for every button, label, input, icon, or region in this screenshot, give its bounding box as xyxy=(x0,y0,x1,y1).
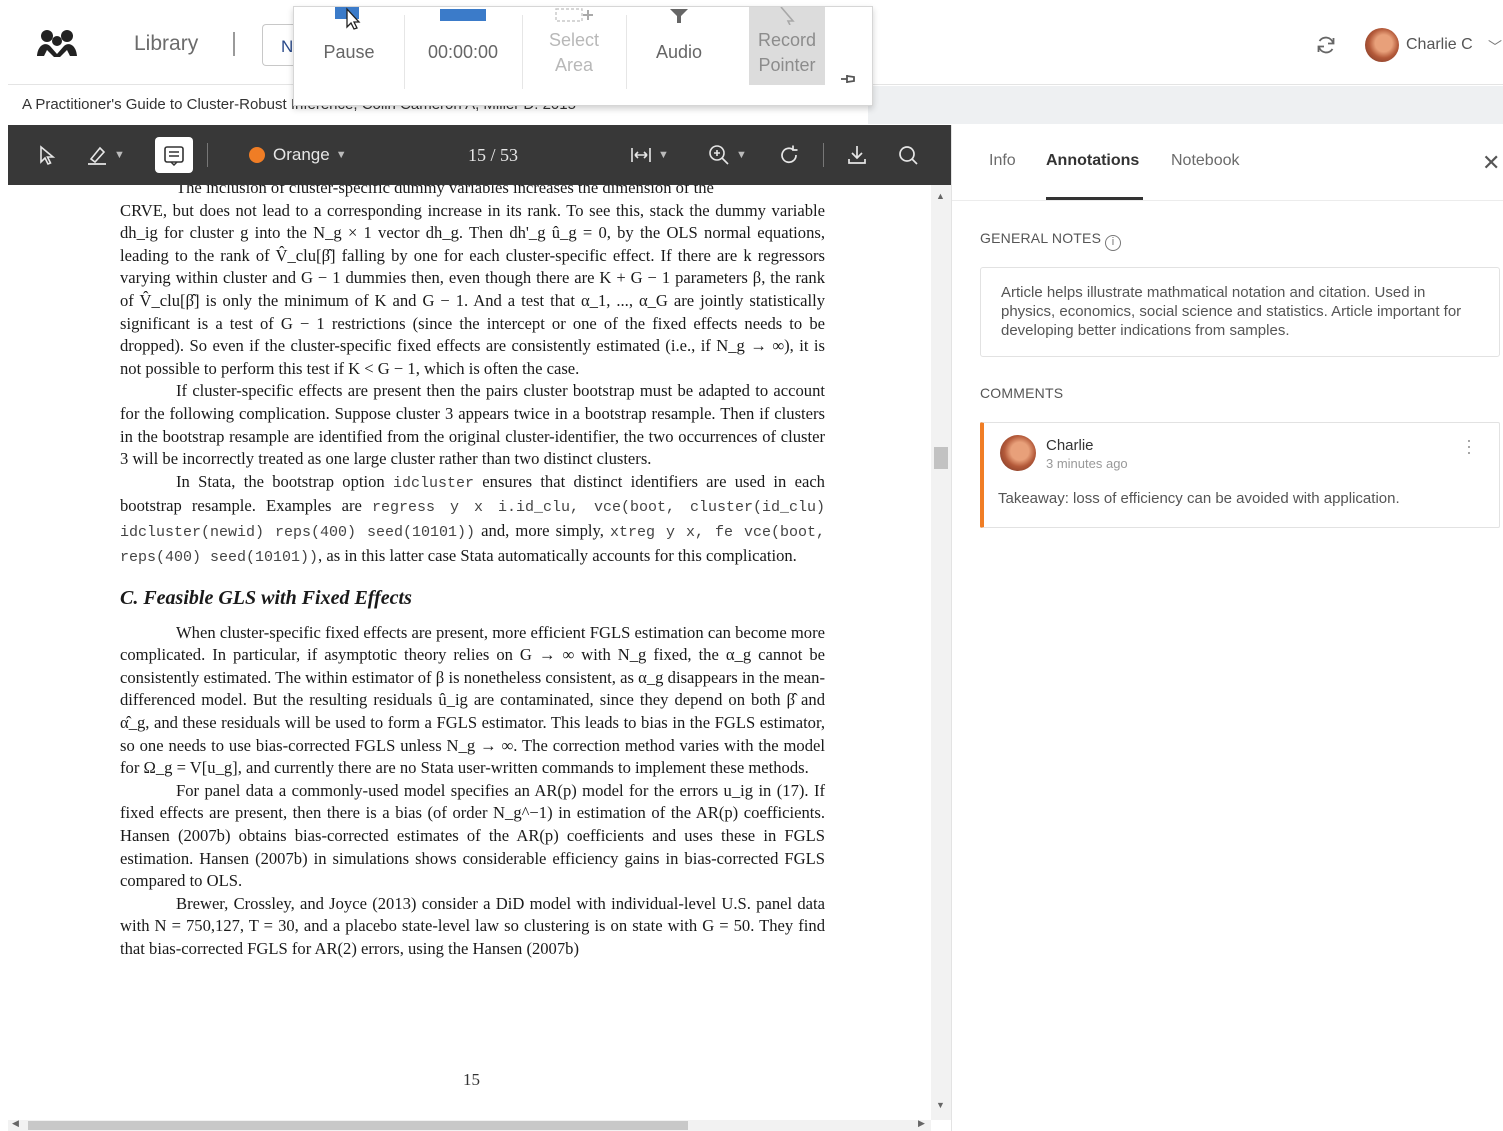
tab-notebook[interactable]: Notebook xyxy=(1171,152,1240,170)
active-tab-indicator xyxy=(1046,197,1143,200)
sidebar-tabs: Info Annotations Notebook ✕ xyxy=(952,125,1503,201)
zoom-button[interactable]: ▼ xyxy=(708,125,747,185)
general-notes-header: GENERAL NOTES i xyxy=(980,230,1122,251)
paragraph-2: If cluster-specific effects are present … xyxy=(120,381,825,469)
annotations-sidebar: Info Annotations Notebook ✕ GENERAL NOTE… xyxy=(951,125,1503,1131)
paragraph-3-text-c: and, more simply, xyxy=(481,520,604,540)
page-body: The inclusion of cluster-specific dummy … xyxy=(120,185,825,961)
paragraph-1: CRVE, but does not lead to a correspondi… xyxy=(120,200,825,378)
page-indicator[interactable]: 15 / 53 xyxy=(468,125,518,185)
library-label[interactable]: Library xyxy=(134,32,198,56)
timer-display: 00:00:00 xyxy=(404,7,522,97)
search-icon xyxy=(899,146,918,165)
pin-icon[interactable] xyxy=(839,71,857,87)
general-notes-field[interactable]: Article helps illustrate mathmatical not… xyxy=(980,267,1500,357)
audio-label: Audio xyxy=(655,42,703,62)
tab-annotations[interactable]: Annotations xyxy=(1046,152,1139,170)
select-area-label-1: Select xyxy=(548,30,600,50)
paragraph-3-text-d: , as in this latter case Stata automatic… xyxy=(318,545,797,565)
audio-button[interactable]: Audio xyxy=(626,7,732,97)
rotate-icon xyxy=(781,145,798,164)
page-indicator-label: 15 / 53 xyxy=(468,144,519,165)
fit-width-button[interactable]: ▼ xyxy=(630,125,669,185)
scroll-down-arrow-icon[interactable]: ▼ xyxy=(936,1100,945,1110)
download-icon xyxy=(848,146,866,164)
comment-author: Charlie xyxy=(1046,437,1094,454)
highlight-tool-button[interactable]: ▼ xyxy=(86,125,125,185)
note-icon xyxy=(164,146,184,166)
paragraph-3-text-a: In Stata, the bootstrap option xyxy=(176,471,385,491)
divider xyxy=(233,32,235,56)
search-button[interactable] xyxy=(897,125,919,185)
fit-width-icon xyxy=(631,148,651,162)
comments-label: COMMENTS xyxy=(980,385,1064,401)
paragraph-5: For panel data a commonly-used model spe… xyxy=(120,780,825,891)
divider xyxy=(207,143,208,167)
paragraph-4: When cluster-specific fixed effects are … xyxy=(120,622,825,778)
sync-icon[interactable] xyxy=(1315,34,1337,56)
horizontal-scroll-thumb[interactable] xyxy=(28,1121,688,1130)
chevron-down-icon[interactable]: ▼ xyxy=(736,149,747,161)
microphone-icon xyxy=(670,9,688,23)
note-tool-button[interactable] xyxy=(155,137,193,173)
chevron-down-icon[interactable]: ﹀ xyxy=(1488,37,1502,57)
user-avatar[interactable] xyxy=(1365,28,1399,62)
record-pointer-label-1: Record xyxy=(757,30,817,50)
reader-toolbar: ▼ Orange ▼ 15 / 53 ▼ ▼ xyxy=(8,125,951,185)
color-label: Orange xyxy=(273,145,330,164)
record-pointer-button[interactable]: Record Pointer xyxy=(749,7,825,85)
divider xyxy=(823,143,824,167)
orange-color-swatch xyxy=(249,147,265,163)
comment-card[interactable]: Charlie 3 minutes ago Takeaway: loss of … xyxy=(980,422,1500,528)
scroll-up-arrow-icon[interactable]: ▲ xyxy=(936,191,945,201)
mendeley-logo-icon[interactable] xyxy=(34,26,80,60)
avatar xyxy=(1000,435,1036,471)
paragraph-6: Brewer, Crossley, and Joyce (2013) consi… xyxy=(120,893,825,958)
section-heading: C. Feasible GLS with Fixed Effects xyxy=(120,587,412,610)
scroll-right-arrow-icon[interactable]: ▶ xyxy=(918,1118,925,1129)
chevron-down-icon: ▼ xyxy=(335,149,347,161)
vertical-scroll-thumb[interactable] xyxy=(934,447,948,469)
select-area-button[interactable]: Select Area xyxy=(522,7,626,97)
timer-label: 00:00:00 xyxy=(427,42,499,62)
select-area-icon xyxy=(555,8,593,22)
paragraph-3: In Stata, the bootstrap option idcluster… xyxy=(120,471,825,569)
download-button[interactable] xyxy=(846,125,868,185)
horizontal-scrollbar[interactable]: ◀ ▶ xyxy=(8,1118,931,1131)
chevron-down-icon[interactable]: ▼ xyxy=(658,149,669,161)
cursor-arrow-icon xyxy=(40,145,56,166)
info-icon[interactable]: i xyxy=(1105,235,1122,251)
general-notes-label: GENERAL NOTES xyxy=(980,230,1102,246)
scroll-left-arrow-icon[interactable]: ◀ xyxy=(12,1118,19,1129)
record-pointer-label-2: Pointer xyxy=(758,55,816,75)
paragraph-1-first-line: The inclusion of cluster-specific dummy … xyxy=(176,185,714,197)
chevron-down-icon[interactable]: ▼ xyxy=(114,149,125,161)
more-options-icon[interactable]: · · · xyxy=(1466,431,1472,461)
pointer-cursor-icon xyxy=(335,7,361,30)
select-area-label-2: Area xyxy=(554,55,594,75)
vertical-scrollbar[interactable]: ▲ ▼ xyxy=(931,185,951,1120)
code-idcluster: idcluster xyxy=(392,474,474,492)
pdf-page[interactable]: The inclusion of cluster-specific dummy … xyxy=(8,185,931,1120)
pause-button[interactable]: Pause xyxy=(294,7,404,97)
close-icon[interactable]: ✕ xyxy=(1482,150,1500,176)
highlighter-icon xyxy=(88,146,106,165)
rotate-button[interactable] xyxy=(778,125,800,185)
color-picker[interactable]: Orange ▼ xyxy=(249,125,347,185)
timer-bar xyxy=(440,9,486,21)
comment-timestamp: 3 minutes ago xyxy=(1046,456,1128,471)
user-name[interactable]: Charlie C xyxy=(1406,36,1473,54)
pause-label: Pause xyxy=(323,42,375,62)
cursor-icon xyxy=(780,7,795,25)
screen-recorder-panel: Pause 00:00:00 Select Area Audio Record … xyxy=(293,6,873,106)
zoom-in-icon xyxy=(709,145,729,165)
tab-info[interactable]: Info xyxy=(989,152,1016,170)
select-tool-button[interactable] xyxy=(36,125,58,185)
page-number: 15 xyxy=(463,1070,480,1089)
comment-body: Takeaway: loss of efficiency can be avoi… xyxy=(998,490,1400,507)
